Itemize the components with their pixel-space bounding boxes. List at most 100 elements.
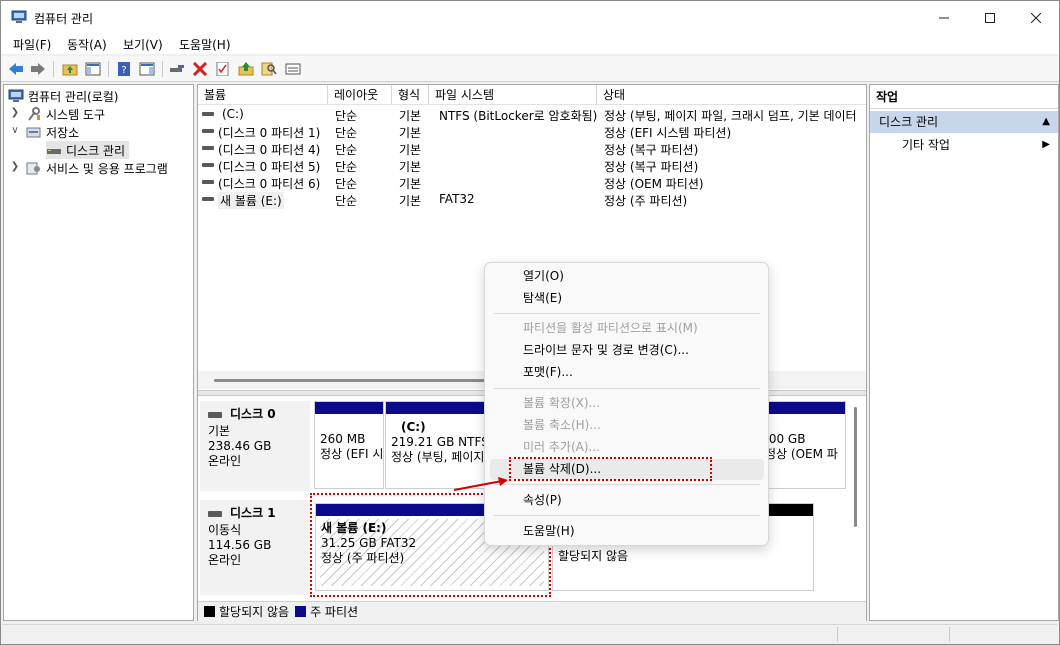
delete-x-icon [192,62,208,76]
disk-1-label[interactable]: 디스크 1 이동식 114.56 GB 온라인 [200,500,310,595]
volume-icon [202,146,214,150]
forward-button[interactable] [29,60,47,78]
column-volume[interactable]: 볼륨 [198,85,328,105]
search-button[interactable] [260,60,278,78]
chevron-down-icon[interactable]: ∨ [9,125,21,136]
disk-1-name: 디스크 1 [230,506,276,520]
delete-button[interactable] [191,60,209,78]
volume-list-header: 볼륨 레이아웃 형식 파일 시스템 상태 [198,85,866,105]
volume-layout: 단순 [335,143,358,157]
back-button[interactable] [7,60,25,78]
volume-status: 정상 (복구 파티션) [604,160,699,174]
tools-icon [28,107,40,121]
actions-more[interactable]: 기타 작업 ▶ [870,135,1058,155]
folder-up-icon [62,64,78,76]
tree-item-storage[interactable]: 저장소 [26,123,79,141]
help-button[interactable]: ? [115,60,133,78]
volume-layout: 단순 [335,177,358,191]
tree-label-disk-management: 디스크 관리 [66,143,126,158]
checklist-icon [216,62,229,76]
column-status[interactable]: 상태 [597,85,866,105]
show-hide-console-tree-button[interactable] [84,60,102,78]
volume-name: (디스크 0 파티션 5) [218,160,321,174]
volume-icon [202,129,214,133]
ctx-mark-active[interactable]: 파티션을 활성 파티션으로 표시(M) [490,318,764,339]
close-button[interactable] [1013,1,1059,34]
view-details-button[interactable] [284,60,302,78]
tree-item-root[interactable]: 컴퓨터 관리(로컬) [8,87,118,105]
menu-separator [494,515,760,516]
volume-row[interactable]: (디스크 0 파티션 1) 단순 기본 정상 (EFI 시스템 파티션) [198,123,866,140]
action-pane-icon [139,62,155,76]
properties-button[interactable] [214,60,232,78]
ctx-change-drive-letter[interactable]: 드라이브 문자 및 경로 변경(C)... [490,340,764,361]
chevron-right-icon[interactable]: ❯ [9,107,21,118]
volume-row[interactable]: (디스크 0 파티션 5) 단순 기본 정상 (복구 파티션) [198,157,866,174]
tree-label-storage: 저장소 [46,125,80,140]
column-file-system[interactable]: 파일 시스템 [429,85,597,105]
services-icon [26,162,40,175]
menu-action[interactable]: 동작(A) [67,36,107,53]
chevron-right-icon[interactable]: ❯ [9,161,21,172]
computer-management-icon [8,89,24,102]
actions-pane: 작업 디스크 관리 ▲ 기타 작업 ▶ [869,84,1059,621]
menu-file[interactable]: 파일(F) [13,36,51,53]
connect-button[interactable] [168,60,186,78]
svg-text:?: ? [121,65,126,76]
status-bar [3,624,1057,643]
disk-0-label[interactable]: 디스크 0 기본 238.46 GB 온라인 [200,401,310,491]
volume-row[interactable]: (디스크 0 파티션 6) 단순 기본 정상 (OEM 파티션) [198,174,866,191]
maximize-button[interactable] [967,1,1013,34]
ctx-open[interactable]: 열기(O) [490,266,764,287]
volume-status: 정상 (주 파티션) [604,194,688,208]
show-action-pane-button[interactable] [138,60,156,78]
menu-separator [494,484,760,485]
menu-help[interactable]: 도움말(H) [179,36,231,53]
volume-row[interactable]: 새 볼륨 (E:) 단순 기본 FAT32 정상 (주 파티션) [198,191,866,209]
disk-drive-icon [47,149,61,154]
actions-section-label: 디스크 관리 [879,115,939,129]
import-button[interactable] [237,60,255,78]
volume-name: (디스크 0 파티션 4) [218,143,321,157]
tree-item-services[interactable]: 서비스 및 응용 프로그램 [26,159,168,177]
storage-icon [26,127,41,138]
partition-size: 219.21 GB NTFS [391,435,489,449]
ctx-help[interactable]: 도움말(H) [490,521,764,542]
disk-1-type: 이동식 [208,523,242,537]
window-title: 컴퓨터 관리 [34,12,94,26]
volume-icon [202,112,214,116]
partition-efi[interactable]: 260 MB 정상 (EFI 시 [314,401,384,489]
column-layout[interactable]: 레이아웃 [328,85,392,105]
menu-bar: 파일(F) 동작(A) 보기(V) 도움말(H) [1,34,1059,54]
ctx-properties[interactable]: 속성(P) [490,490,764,511]
ctx-explore[interactable]: 탐색(E) [490,288,764,309]
partition-oem[interactable]: .00 GB 정상 (OEM 파 [764,401,846,489]
computer-management-icon [11,10,27,23]
vertical-scrollbar[interactable] [854,407,857,527]
minimize-button[interactable] [921,1,967,34]
volume-type: 기본 [399,177,422,191]
column-type[interactable]: 형식 [392,85,429,105]
volume-type: 기본 [399,126,422,140]
actions-section-disk-management[interactable]: 디스크 관리 ▲ [870,111,1058,133]
menu-separator [494,388,760,389]
ctx-format[interactable]: 포맷(F)... [490,362,764,383]
disk-1-state: 온라인 [208,553,242,567]
menu-view[interactable]: 보기(V) [123,36,163,53]
console-tree: 컴퓨터 관리(로컬) ❯ 시스템 도구 ∨ 저장소 디스크 관리 ❯ 서비스 및… [3,84,194,621]
tree-item-disk-management[interactable]: 디스크 관리 [46,141,130,159]
volume-name: (C:) [222,107,244,121]
disk-1-size: 114.56 GB [208,538,272,552]
volume-row[interactable]: (C:) 단순 기본 NTFS (BitLocker로 암호화됨) 정상 (부팅… [198,106,866,123]
volume-row[interactable]: (디스크 0 파티션 4) 단순 기본 정상 (복구 파티션) [198,140,866,157]
up-folder-button[interactable] [61,60,79,78]
tree-item-system-tools[interactable]: 시스템 도구 [26,105,105,123]
primary-partition-swatch [295,606,307,617]
ctx-shrink-volume[interactable]: 볼륨 축소(H)... [490,415,764,436]
collapse-triangle-icon[interactable]: ▲ [1042,111,1050,133]
disk-connect-icon [170,65,184,72]
window-list-icon [285,63,301,75]
maximize-icon [985,12,995,23]
ctx-extend-volume[interactable]: 볼륨 확장(X)... [490,393,764,414]
ctx-add-mirror[interactable]: 미러 추가(A)... [490,437,764,458]
